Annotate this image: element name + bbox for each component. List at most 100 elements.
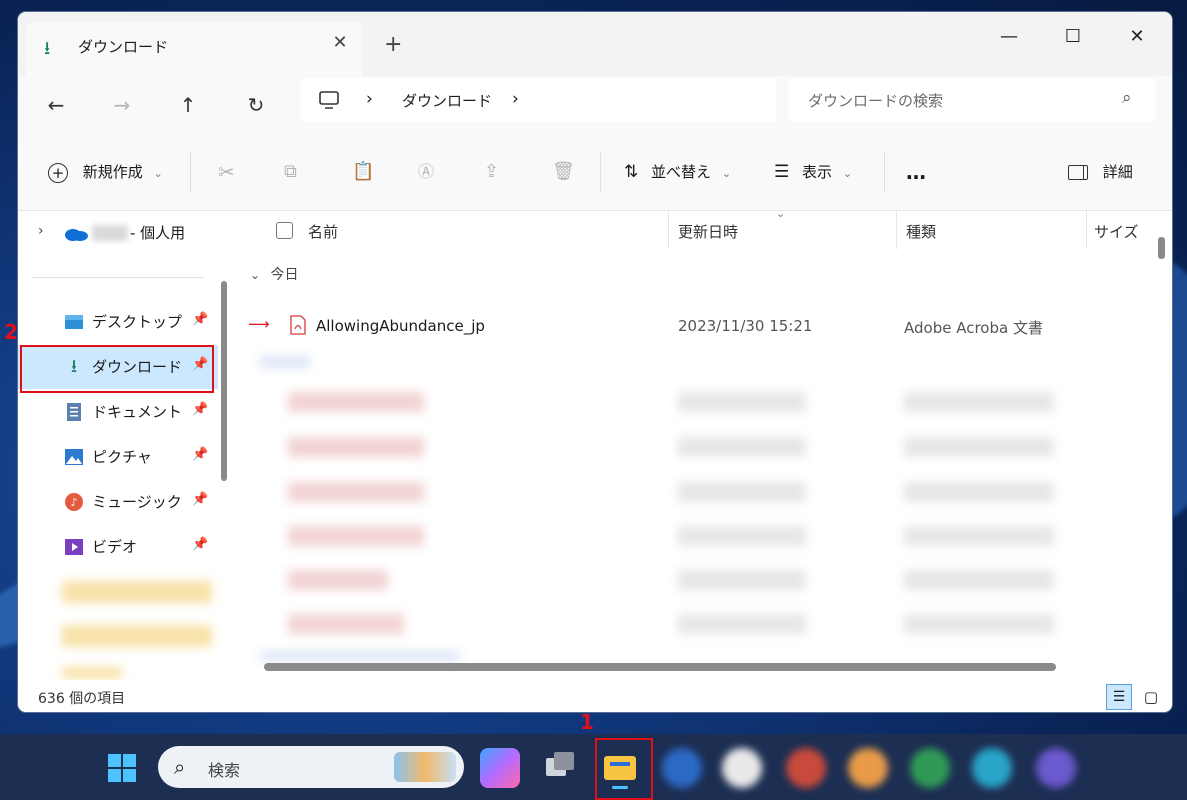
- blurred-app-icon[interactable]: [722, 748, 762, 788]
- sidebar-item-videos[interactable]: ビデオ 📌: [18, 525, 218, 569]
- blurred-app-icon[interactable]: [972, 748, 1012, 788]
- divider: [884, 152, 885, 192]
- blurred-file-row: [678, 482, 806, 502]
- back-button[interactable]: ←: [40, 89, 72, 121]
- divider: [190, 152, 191, 192]
- cut-icon[interactable]: ✂: [218, 160, 235, 184]
- pin-icon[interactable]: 📌: [192, 492, 208, 507]
- taskbar-search[interactable]: ⌕ 検索: [158, 746, 464, 788]
- sidebar-item-pictures[interactable]: ピクチャ 📌: [18, 435, 218, 479]
- large-icons-view-icon[interactable]: ▢: [1138, 684, 1164, 710]
- blurred-file-row: [904, 437, 1054, 457]
- search-highlight-image: [394, 752, 456, 782]
- taskbar-search-label: 検索: [208, 761, 241, 780]
- blurred-folder[interactable]: [62, 625, 212, 647]
- column-header-size[interactable]: サイズ: [1094, 221, 1139, 242]
- desktop-icon: [65, 315, 83, 329]
- blurred-folder[interactable]: [62, 581, 212, 603]
- start-button[interactable]: [102, 748, 142, 788]
- copy-icon[interactable]: ⧉: [284, 160, 297, 184]
- sidebar-item-music[interactable]: ♪ ミュージック 📌: [18, 480, 218, 524]
- pin-icon[interactable]: 📌: [192, 312, 208, 327]
- new-tab-button[interactable]: +: [384, 32, 402, 57]
- copilot-icon[interactable]: [480, 748, 520, 788]
- details-button[interactable]: 詳細: [1068, 160, 1133, 184]
- sidebar-item-desktop[interactable]: デスクトップ 📌: [18, 300, 218, 344]
- breadcrumb-current[interactable]: ダウンロード: [402, 90, 492, 111]
- onedrive-label: - 個人用: [130, 224, 186, 242]
- sidebar-item-onedrive[interactable]: › - 個人用: [18, 211, 218, 255]
- blurred-file-row[interactable]: [288, 526, 424, 546]
- paste-icon[interactable]: 📋: [352, 160, 374, 184]
- file-name: AllowingAbundance_jp: [316, 317, 485, 335]
- details-view-icon[interactable]: ☰: [1106, 684, 1132, 710]
- blurred-app-icon[interactable]: [786, 748, 826, 788]
- pin-icon[interactable]: 📌: [192, 447, 208, 462]
- blurred-app-icon[interactable]: [848, 748, 888, 788]
- details-pane-icon: [1068, 165, 1088, 180]
- view-label: 表示: [802, 163, 833, 181]
- sidebar-item-documents[interactable]: ドキュメント 📌: [18, 390, 218, 434]
- select-all-checkbox[interactable]: [276, 222, 293, 239]
- blurred-app-icon[interactable]: [910, 748, 950, 788]
- document-icon: [67, 403, 81, 421]
- delete-icon[interactable]: 🗑: [552, 160, 575, 184]
- task-view-icon[interactable]: [540, 748, 580, 788]
- close-tab-button[interactable]: ✕: [326, 32, 354, 53]
- refresh-button[interactable]: ↻: [240, 89, 272, 121]
- share-icon[interactable]: ⇪: [484, 160, 499, 184]
- highlight-file-explorer: [595, 738, 653, 800]
- blurred-file-row[interactable]: [288, 570, 388, 590]
- more-options-button[interactable]: …: [906, 160, 927, 184]
- up-button[interactable]: ↑: [172, 89, 204, 121]
- navigation-pane: › - 個人用 デスクトップ 📌 ⭳ ダウンロード 📌 ドキュメント 📌 ピクチ…: [18, 211, 240, 679]
- sort-chevron-icon: ⌄: [776, 207, 786, 220]
- search-icon[interactable]: ⌕: [1122, 88, 1132, 108]
- pin-icon[interactable]: 📌: [192, 537, 208, 552]
- table-row[interactable]: ⟶ AllowingAbundance_jp 2023/11/30 15:21 …: [240, 304, 1150, 348]
- blurred-file-row[interactable]: [288, 482, 424, 502]
- column-header-type[interactable]: 種類: [906, 221, 936, 242]
- blurred-file-row: [904, 570, 1054, 590]
- blurred-file-row: [904, 392, 1054, 412]
- divider: [600, 152, 601, 192]
- rename-icon[interactable]: Ⓐ: [418, 160, 434, 184]
- column-divider[interactable]: [668, 211, 669, 249]
- redacted-username: [92, 225, 128, 241]
- column-header-name[interactable]: 名前: [308, 221, 338, 242]
- column-divider[interactable]: [1086, 211, 1087, 249]
- column-divider[interactable]: [896, 211, 897, 249]
- blurred-app-icon[interactable]: [662, 748, 702, 788]
- sidebar-scrollbar[interactable]: [221, 281, 227, 481]
- file-modified: 2023/11/30 15:21: [678, 317, 813, 335]
- breadcrumb-separator[interactable]: ›: [512, 89, 519, 109]
- forward-button[interactable]: →: [106, 89, 138, 121]
- chevron-right-icon[interactable]: ›: [38, 223, 44, 239]
- group-header-today[interactable]: ⌄ 今日: [250, 264, 299, 284]
- sidebar-item-label: ミュージック: [92, 493, 182, 511]
- blurred-file-row: [678, 614, 806, 634]
- taskbar: ⌕ 検索: [0, 734, 1187, 800]
- maximize-button[interactable]: ☐: [1050, 20, 1096, 54]
- horizontal-scrollbar[interactable]: [264, 663, 1056, 671]
- breadcrumb-separator: ›: [366, 89, 373, 109]
- sort-button[interactable]: ⇅ 並べ替え ⌄: [624, 160, 731, 184]
- column-header-modified[interactable]: 更新日時: [678, 221, 738, 242]
- view-button[interactable]: ☰ 表示 ⌄: [774, 160, 852, 184]
- blurred-file-row[interactable]: [288, 614, 404, 634]
- blurred-app-icon[interactable]: [1036, 748, 1076, 788]
- picture-icon: [65, 449, 83, 465]
- address-bar[interactable]: › ダウンロード ›: [300, 78, 776, 122]
- pin-icon[interactable]: 📌: [192, 402, 208, 417]
- vertical-scrollbar[interactable]: [1158, 237, 1165, 259]
- blurred-file-row: [904, 614, 1054, 634]
- blurred-file-row[interactable]: [288, 392, 424, 412]
- blurred-folder[interactable]: [62, 667, 122, 679]
- search-box[interactable]: ダウンロードの検索 ⌕: [788, 78, 1156, 122]
- search-icon: ⌕: [174, 755, 186, 779]
- new-button[interactable]: + 新規作成 ⌄: [48, 160, 163, 184]
- close-window-button[interactable]: ✕: [1114, 20, 1160, 54]
- minimize-button[interactable]: —: [986, 20, 1032, 54]
- blurred-file-row[interactable]: [288, 437, 424, 457]
- tab-downloads[interactable]: ⭳ ダウンロード ✕: [26, 22, 362, 76]
